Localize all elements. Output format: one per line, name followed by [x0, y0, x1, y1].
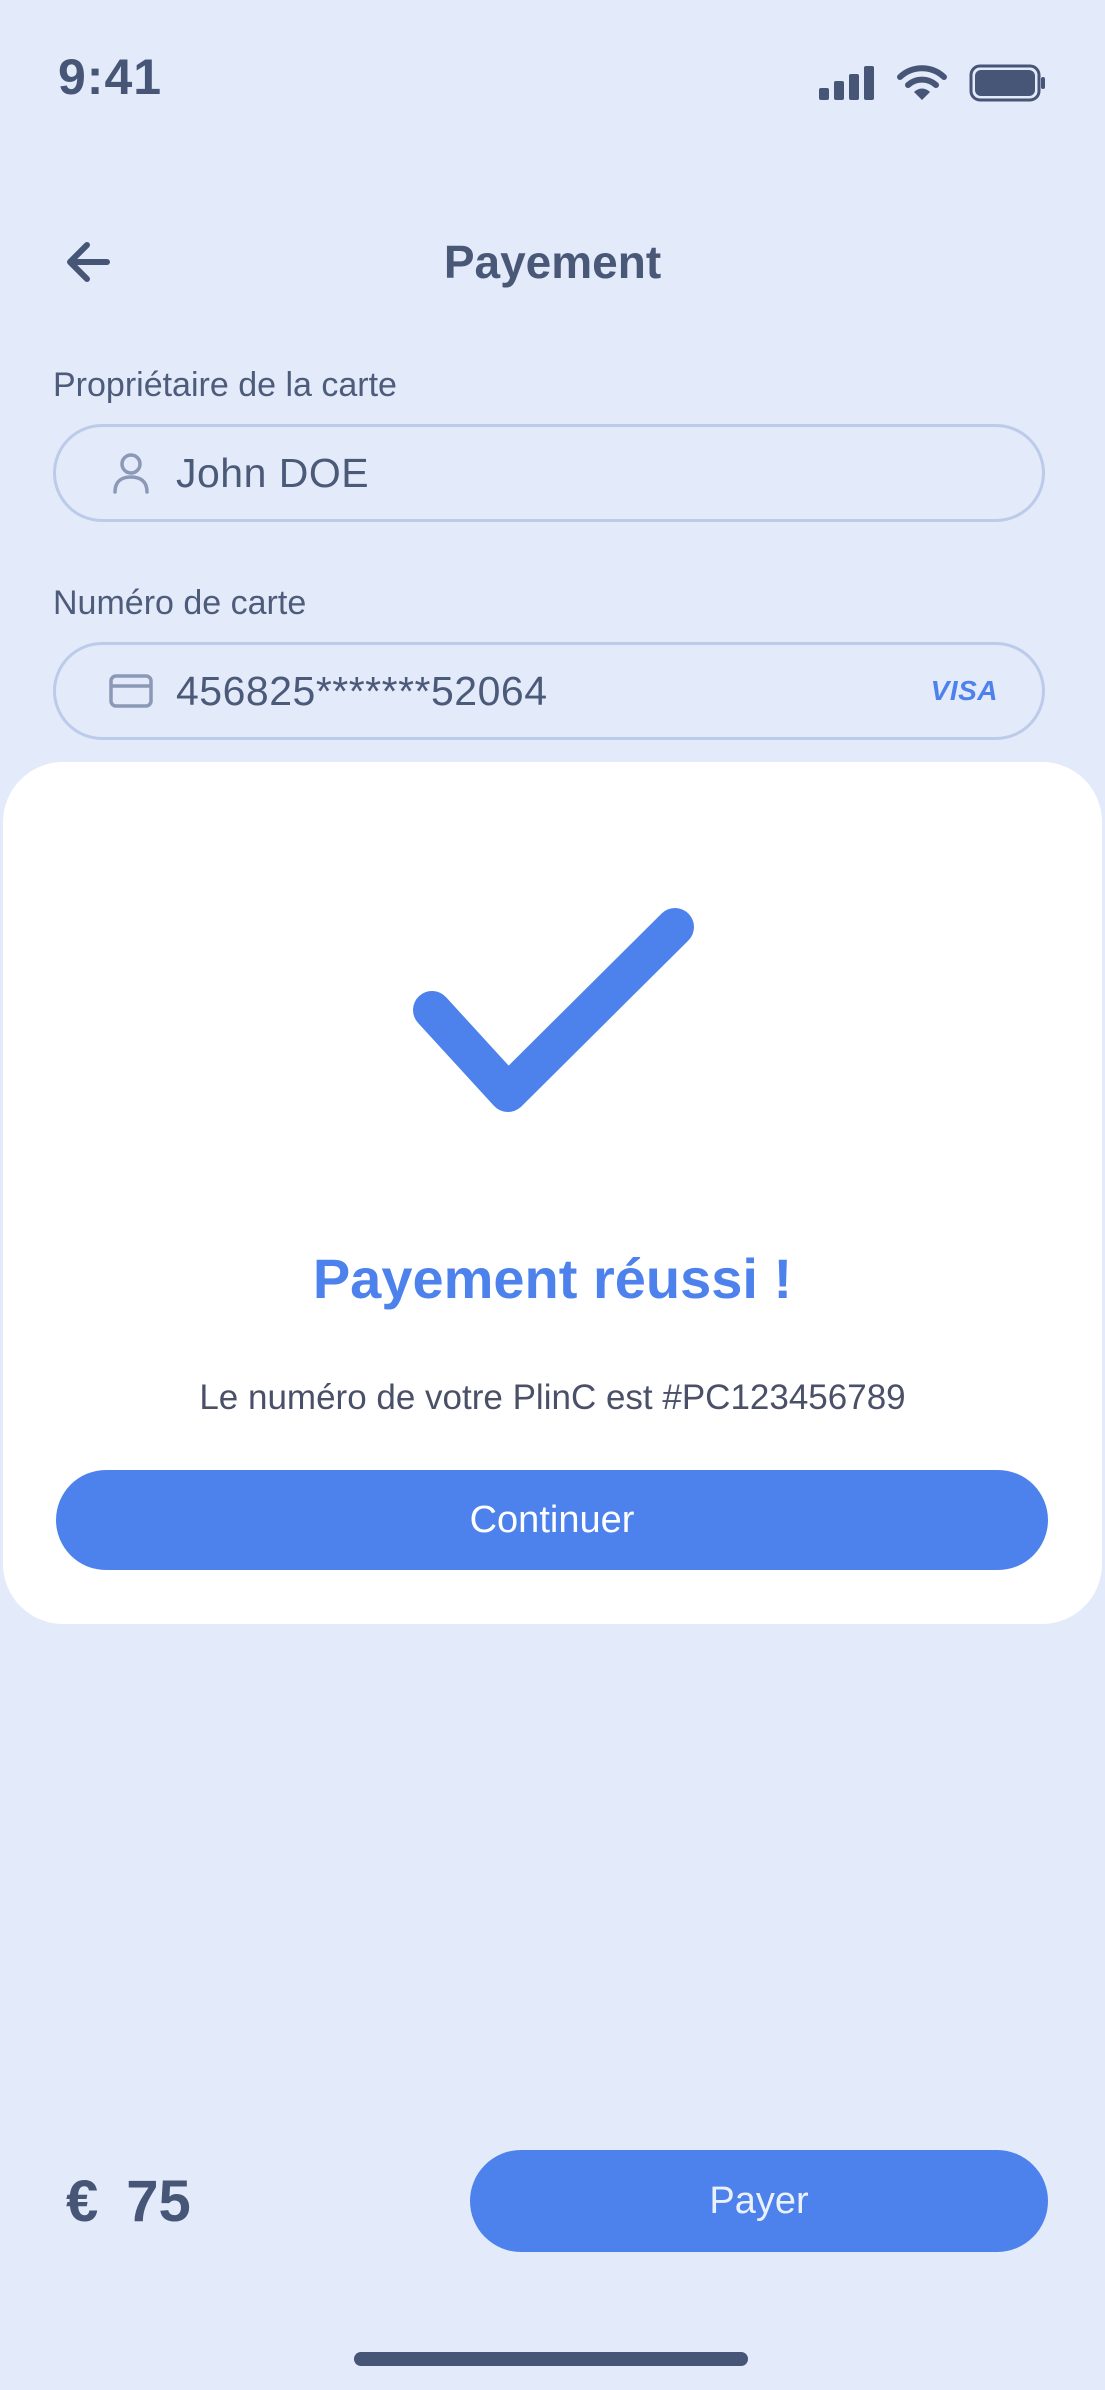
owner-value: John DOE: [176, 449, 370, 496]
user-icon: [106, 452, 156, 494]
home-indicator: [354, 2352, 748, 2366]
pay-button[interactable]: Payer: [470, 2150, 1048, 2252]
signal-icon: [819, 66, 874, 100]
card-number-field[interactable]: 456825*******52064 VISA: [53, 642, 1045, 740]
card-number-value: 456825*******52064: [176, 667, 548, 714]
status-icons: [819, 58, 1047, 108]
total-price: €75: [66, 2168, 191, 2235]
visa-logo: VISA: [930, 675, 998, 706]
wifi-icon: [897, 65, 947, 100]
success-title: Payement réussi !: [312, 1247, 793, 1310]
card-number-label: Numéro de carte: [53, 584, 307, 622]
owner-label: Propriétaire de la carte: [53, 366, 397, 404]
battery-icon: [969, 64, 1045, 102]
status-time: 9:41: [58, 49, 163, 105]
continue-button[interactable]: Continuer: [56, 1470, 1048, 1570]
currency-symbol: €: [66, 2169, 99, 2234]
owner-field[interactable]: John DOE: [53, 424, 1045, 522]
credit-card-icon: [106, 674, 156, 708]
page-title: Payement: [443, 236, 662, 288]
price-amount: 75: [126, 2169, 191, 2234]
success-message: Le numéro de votre PlinC est #PC12345678…: [199, 1378, 906, 1417]
checkmark-icon: [413, 908, 694, 1112]
